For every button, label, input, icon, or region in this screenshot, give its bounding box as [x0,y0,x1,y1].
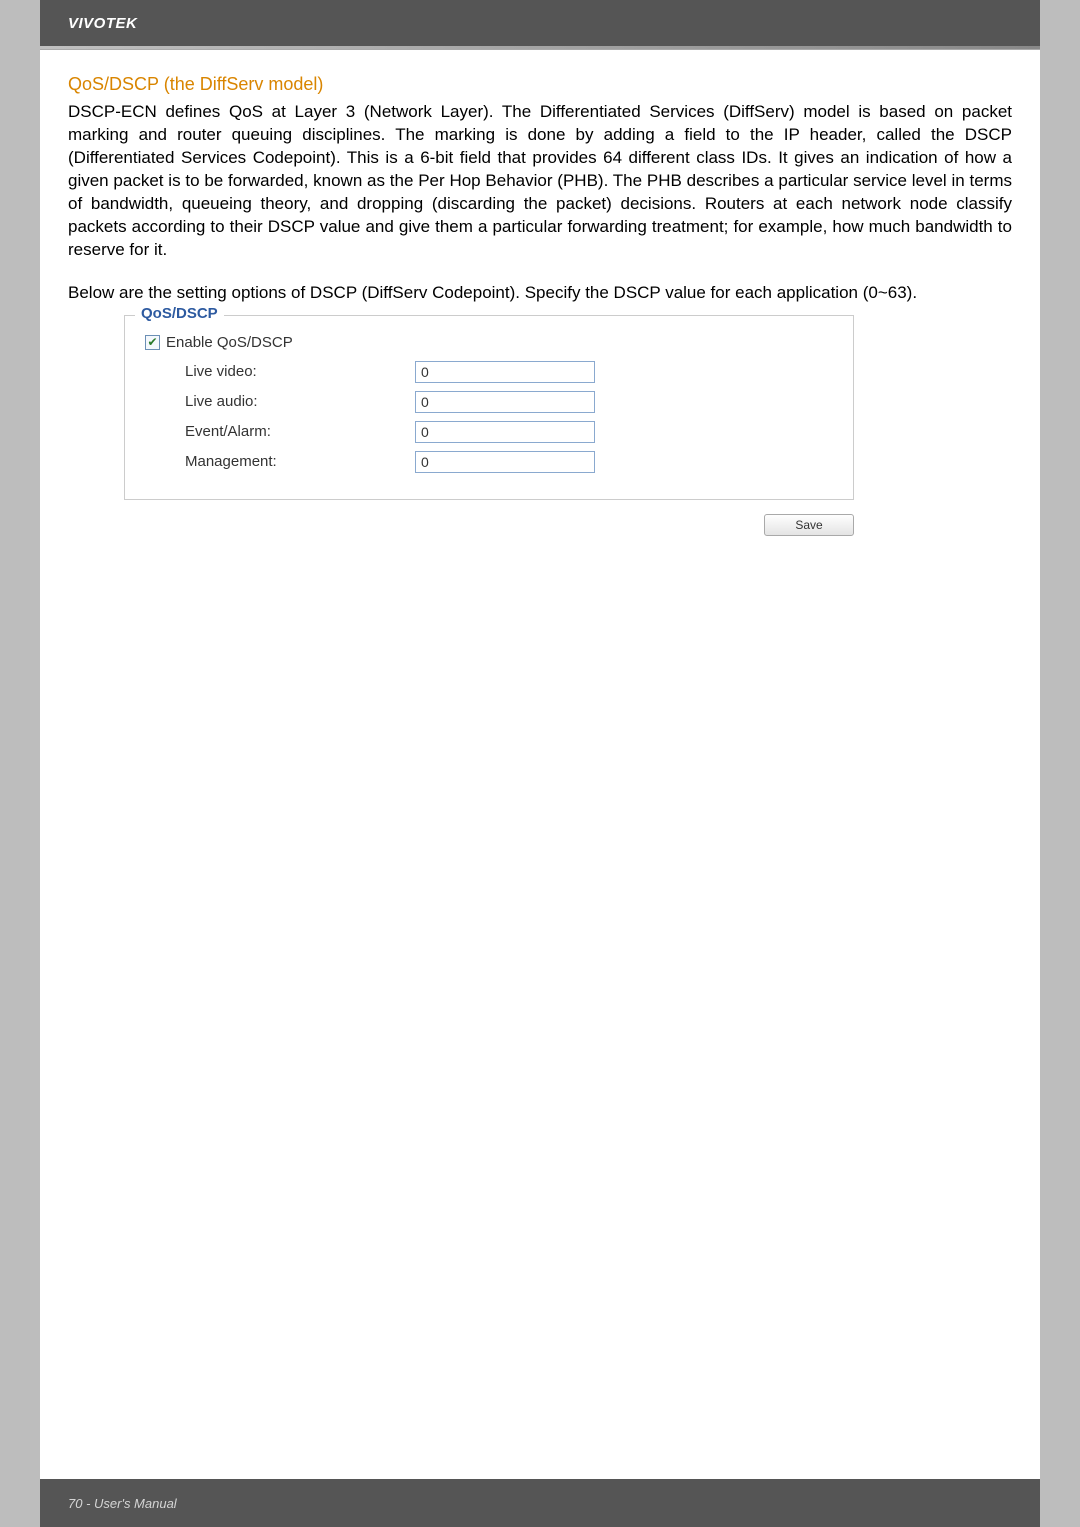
footer-page-number: 70 - User's Manual [68,1496,177,1511]
live-audio-row: Live audio: [185,391,835,413]
event-alarm-row: Event/Alarm: [185,421,835,443]
management-label: Management: [185,453,415,470]
fieldset-legend: QoS/DSCP [135,305,224,322]
section-title: QoS/DSCP (the DiffServ model) [68,74,1012,95]
live-video-input[interactable] [415,361,595,383]
body-paragraph-1: DSCP-ECN defines QoS at Layer 3 (Network… [68,101,1012,262]
body-paragraph-2: Below are the setting options of DSCP (D… [68,282,1012,305]
page-footer: 70 - User's Manual [40,1479,1040,1527]
management-row: Management: [185,451,835,473]
live-video-row: Live video: [185,361,835,383]
brand-logo: VIVOTEK [68,15,137,32]
live-audio-input[interactable] [415,391,595,413]
event-alarm-input[interactable] [415,421,595,443]
live-audio-label: Live audio: [185,393,415,410]
save-button[interactable]: Save [764,514,854,536]
enable-qos-checkbox[interactable]: ✔ [145,335,160,350]
enable-qos-row: ✔ Enable QoS/DSCP [145,334,835,351]
save-button-row: Save [124,514,854,536]
page-content: QoS/DSCP (the DiffServ model) DSCP-ECN d… [40,56,1040,536]
management-input[interactable] [415,451,595,473]
document-page: VIVOTEK QoS/DSCP (the DiffServ model) DS… [40,0,1040,1527]
qos-dscp-fieldset: QoS/DSCP ✔ Enable QoS/DSCP Live video: L… [124,315,854,500]
header-accent-bar [40,46,1040,50]
live-video-label: Live video: [185,363,415,380]
event-alarm-label: Event/Alarm: [185,423,415,440]
settings-screenshot: QoS/DSCP ✔ Enable QoS/DSCP Live video: L… [124,315,1012,536]
page-header: VIVOTEK [40,0,1040,46]
enable-qos-label: Enable QoS/DSCP [166,334,293,351]
